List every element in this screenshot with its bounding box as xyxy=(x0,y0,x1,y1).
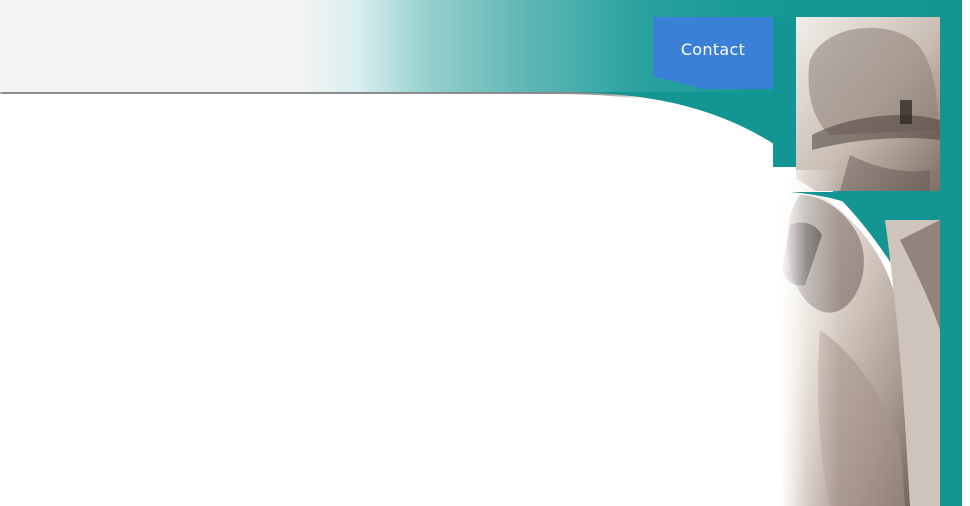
decorative-curve-frame xyxy=(0,0,970,506)
right-teal-edge xyxy=(940,17,962,506)
contact-button[interactable]: Contact xyxy=(653,17,773,89)
page: Contact xyxy=(0,0,970,506)
photo-top-hardhat xyxy=(796,17,940,191)
right-white-margin xyxy=(962,0,970,506)
content-area xyxy=(0,94,884,506)
teal-divider xyxy=(773,17,796,167)
contact-label: Contact xyxy=(680,40,746,59)
